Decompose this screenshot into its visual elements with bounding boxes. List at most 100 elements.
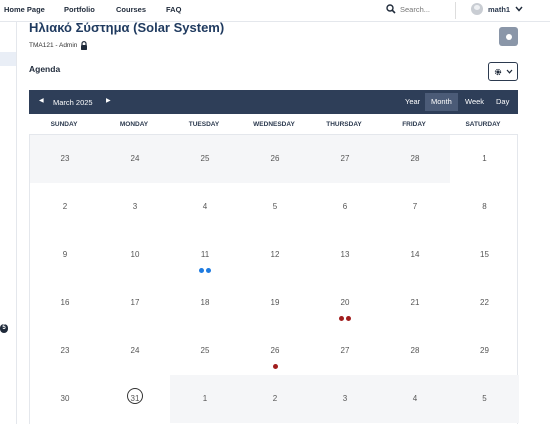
calendar-day-cell[interactable]: 29 (450, 327, 519, 375)
calendar-day-cell[interactable]: 15 (450, 231, 519, 279)
day-number: 19 (270, 298, 280, 307)
calendar-day-cell[interactable]: 12 (240, 231, 310, 279)
day-number: 15 (480, 250, 489, 259)
day-number: 26 (270, 346, 280, 355)
calendar-day-cell[interactable]: 8 (450, 183, 519, 231)
sidebar: 5 (0, 22, 17, 424)
sidebar-active-item[interactable] (0, 52, 16, 66)
agenda-heading: Agenda (29, 64, 61, 74)
calendar-day-cell[interactable]: 18 (170, 279, 240, 327)
nav-courses[interactable]: Courses (116, 5, 146, 14)
nav-faq[interactable]: FAQ (166, 5, 181, 14)
weekday-label: WEDNESDAY (253, 121, 295, 128)
day-number: 21 (410, 298, 420, 307)
calendar-day-cell[interactable]: 23 (30, 327, 100, 375)
calendar-day-cell[interactable]: 1 (450, 135, 519, 183)
event-dots[interactable] (170, 268, 240, 273)
calendar-day-cell[interactable]: 13 (310, 231, 380, 279)
next-month-icon[interactable]: ▶ (106, 97, 111, 104)
calendar-day-cell[interactable]: 10 (100, 231, 170, 279)
breadcrumb: TMA121 - Admin (29, 41, 88, 50)
day-number: 28 (410, 154, 420, 163)
calendar-day-cell[interactable]: 21 (380, 279, 450, 327)
calendar-day-cell[interactable]: 2 (30, 183, 100, 231)
view-month-button[interactable]: Month (425, 93, 458, 111)
calendar-day-cell[interactable]: 1 (170, 375, 240, 423)
calendar-day-cell[interactable]: 24 (100, 327, 170, 375)
calendar-day-cell[interactable]: 5 (450, 375, 519, 423)
day-number: 13 (340, 250, 350, 259)
calendar-month-grid: 23 24 25 26 27 28 1 2 3 4 5 6 7 8 9 10 11 12 13 14 15 16 17 18 1… (29, 135, 519, 424)
event-dot[interactable] (199, 268, 204, 273)
nav-home-page[interactable]: Home Page (4, 5, 45, 14)
calendar-month-label: March 2025 (53, 98, 93, 107)
day-number: 23 (60, 154, 70, 163)
chevron-down-icon (515, 6, 523, 12)
calendar-day-cell[interactable]: 25 (170, 135, 240, 183)
event-dot[interactable] (272, 364, 278, 369)
sidebar-count-badge: 5 (0, 324, 8, 333)
nav-portfolio[interactable]: Portfolio (64, 5, 95, 14)
view-week-button[interactable]: Week (459, 93, 490, 111)
weekday-label: SUNDAY (50, 121, 78, 128)
day-number: 2 (272, 394, 278, 403)
calendar-day-cell[interactable]: 2 (240, 375, 310, 423)
user-menu[interactable]: math1 (471, 3, 523, 15)
calendar-day-cell[interactable]: 11 (170, 231, 240, 279)
calendar-day-cell[interactable]: 31 (100, 375, 170, 423)
calendar-day-cell[interactable]: 4 (380, 375, 450, 423)
day-number: 5 (482, 394, 487, 403)
lock-icon (81, 41, 88, 50)
calendar-toolbar: ◀ March 2025 ▶ Year Month Week Day (29, 90, 518, 114)
calendar-day-cell[interactable]: 6 (310, 183, 380, 231)
search-box[interactable]: Search... (386, 4, 430, 14)
calendar-day-cell[interactable]: 20 (310, 279, 380, 327)
calendar-day-cell[interactable]: 3 (310, 375, 380, 423)
calendar-day-cell[interactable]: 5 (240, 183, 310, 231)
calendar-day-cell[interactable]: 25 (170, 327, 240, 375)
today-indicator (127, 388, 143, 404)
calendar-day-cell[interactable]: 7 (380, 183, 450, 231)
calendar-day-cell[interactable]: 24 (100, 135, 170, 183)
view-day-button[interactable]: Day (490, 93, 515, 111)
weekday-label: SATURDAY (465, 121, 501, 128)
calendar-day-cell[interactable]: 9 (30, 231, 100, 279)
help-button[interactable] (499, 27, 518, 46)
settings-dropdown-button[interactable] (488, 62, 518, 81)
chevron-down-icon (506, 69, 512, 74)
username: math1 (488, 4, 511, 14)
course-code-label: TMA121 - Admin (29, 42, 78, 49)
event-dots[interactable] (310, 316, 380, 321)
view-year-button[interactable]: Year (399, 93, 426, 111)
prev-month-icon[interactable]: ◀ (39, 97, 44, 104)
calendar-day-cell[interactable]: 4 (170, 183, 240, 231)
calendar-day-cell[interactable]: 30 (30, 375, 100, 423)
event-dot[interactable] (346, 316, 351, 321)
event-dot[interactable] (339, 316, 344, 321)
event-dot[interactable] (206, 268, 211, 273)
calendar-day-cell[interactable]: 27 (310, 135, 380, 183)
calendar-day-cell[interactable]: 28 (380, 327, 450, 375)
calendar-day-cell[interactable]: 23 (30, 135, 100, 183)
calendar-day-cell[interactable]: 27 (310, 327, 380, 375)
event-dots[interactable] (240, 364, 310, 369)
calendar-day-cell[interactable]: 26 (240, 327, 310, 375)
day-number: 18 (200, 298, 210, 307)
calendar-day-cell[interactable]: 14 (380, 231, 450, 279)
day-number: 27 (340, 154, 350, 163)
calendar-day-cell[interactable]: 17 (100, 279, 170, 327)
calendar-day-cell[interactable]: 28 (380, 135, 450, 183)
calendar-day-cell[interactable]: 22 (450, 279, 519, 327)
day-number: 28 (410, 346, 420, 355)
day-number: 14 (410, 250, 420, 259)
calendar-day-cell[interactable]: 16 (30, 279, 100, 327)
calendar-day-cell[interactable]: 3 (100, 183, 170, 231)
day-number: 5 (272, 202, 278, 211)
day-number: 27 (340, 346, 350, 355)
day-number: 20 (340, 298, 350, 307)
help-icon (505, 33, 512, 40)
calendar-day-cell[interactable]: 26 (240, 135, 310, 183)
weekday-label: TUESDAY (188, 121, 220, 128)
day-number: 11 (200, 250, 210, 259)
calendar-day-cell[interactable]: 19 (240, 279, 310, 327)
